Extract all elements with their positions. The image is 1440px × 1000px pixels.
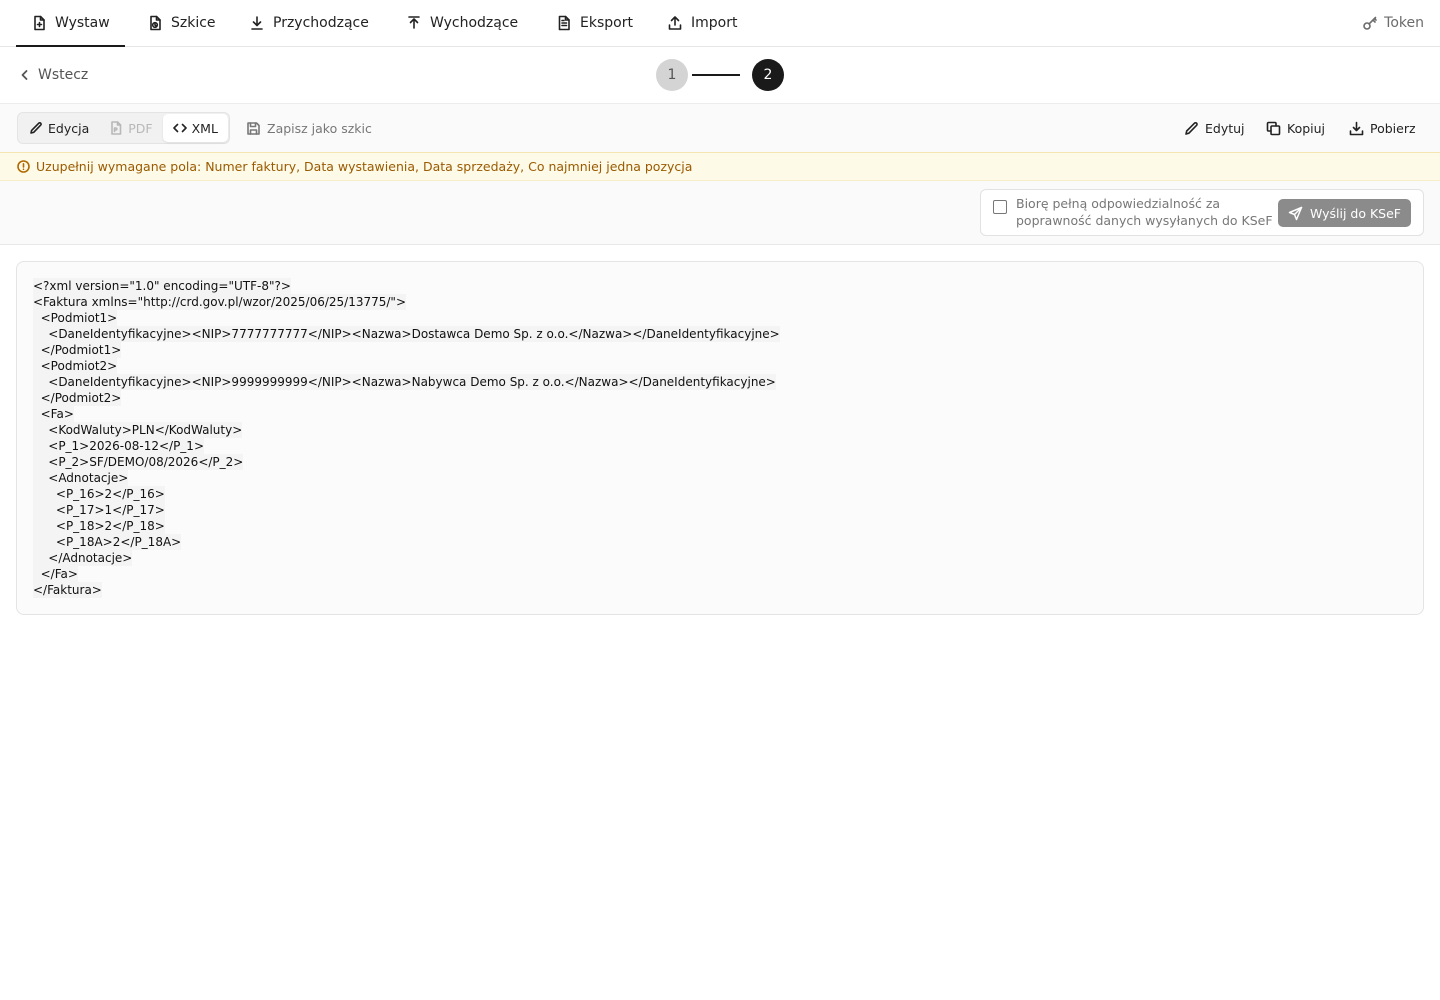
xml-line: <P_17>1</P_17> — [33, 502, 165, 518]
nav-tab-label: Eksport — [580, 15, 633, 31]
save-icon — [247, 121, 260, 135]
key-icon — [1363, 16, 1377, 30]
download-button[interactable]: Pobierz — [1349, 112, 1416, 144]
send-to-ksef-button[interactable]: Wyślij do KSeF — [1277, 199, 1411, 227]
xml-line: <P_16>2</P_16> — [33, 486, 165, 502]
xml-preview[interactable]: <?xml version="1.0" encoding="UTF-8"?> <… — [16, 261, 1424, 615]
download-icon — [1349, 121, 1364, 135]
pencil-icon — [1185, 121, 1198, 135]
view-mode-label: Edycja — [48, 120, 90, 136]
warning-text: Uzupełnij wymagane pola: Numer faktury, … — [36, 159, 693, 174]
save-draft-button[interactable]: Zapisz jako szkic — [246, 112, 372, 144]
toolbar: Edycja PDF XML Zapisz jako szkic Edytuj … — [0, 104, 1440, 152]
pdf-file-icon — [111, 121, 122, 135]
chevron-left-icon — [21, 70, 28, 80]
xml-line: <DaneIdentyfikacyjne><NIP>7777777777</NI… — [33, 326, 780, 342]
stepper-bar: Wstecz 1 2 — [0, 47, 1440, 104]
nav-tab-label: Przychodzące — [273, 15, 369, 31]
xml-line: <P_1>2026-08-12</P_1> — [33, 438, 204, 454]
copy-icon — [1266, 121, 1281, 135]
xml-line: <Adnotacje> — [33, 470, 129, 486]
send-icon — [1288, 206, 1303, 220]
xml-line: <KodWaluty>PLN</KodWaluty> — [33, 422, 243, 438]
nav-tab-eksport[interactable]: Eksport — [541, 0, 648, 46]
nav-tab-przychodzace[interactable]: Przychodzące — [234, 0, 384, 46]
file-text-icon — [558, 15, 570, 31]
nav-tab-szkice[interactable]: Szkice — [132, 0, 231, 46]
step-2[interactable]: 2 — [752, 59, 784, 91]
file-plus-icon — [34, 15, 45, 31]
code-icon — [172, 123, 187, 133]
nav-tab-label: Wychodzące — [430, 15, 519, 31]
download-icon — [251, 16, 263, 30]
xml-line: <P_18>2</P_18> — [33, 518, 165, 534]
back-label: Wstecz — [38, 67, 89, 83]
nav-tab-label: Wystaw — [55, 15, 110, 31]
xml-line: <Podmiot2> — [33, 358, 118, 374]
upload-icon — [408, 16, 420, 29]
view-mode-label: PDF — [128, 120, 153, 136]
xml-line: </Podmiot2> — [33, 390, 122, 406]
import-icon — [668, 16, 682, 30]
xml-line: <P_2>SF/DEMO/08/2026</P_2> — [33, 454, 244, 470]
token-label: Token — [1384, 15, 1424, 31]
nav-tab-label: Szkice — [171, 15, 216, 31]
xml-line: </Faktura> — [33, 582, 102, 598]
xml-line: <DaneIdentyfikacyjne><NIP>9999999999</NI… — [33, 374, 776, 390]
validation-warning: Uzupełnij wymagane pola: Numer faktury, … — [0, 152, 1440, 181]
send-panel: Biorę pełną odpowiedzialność za poprawno… — [980, 189, 1424, 236]
pencil-icon — [30, 122, 42, 134]
nav-tab-wystaw[interactable]: Wystaw — [16, 0, 125, 47]
token-button[interactable]: Token — [1362, 0, 1424, 46]
nav-tab-label: Import — [691, 15, 738, 31]
xml-line: </Podmiot1> — [33, 342, 122, 358]
step-1[interactable]: 1 — [656, 59, 688, 91]
copy-label: Kopiuj — [1287, 120, 1326, 136]
download-label: Pobierz — [1370, 120, 1416, 136]
nav-tab-import[interactable]: Import — [652, 0, 752, 46]
xml-line: <P_18A>2</P_18A> — [33, 534, 182, 550]
edit-button[interactable]: Edytuj — [1184, 112, 1245, 144]
view-mode-switcher: Edycja PDF XML — [17, 112, 230, 144]
xml-line: <?xml version="1.0" encoding="UTF-8"?> — [33, 278, 291, 294]
copy-button[interactable]: Kopiuj — [1266, 112, 1325, 144]
save-draft-label: Zapisz jako szkic — [267, 120, 372, 136]
xml-line: </Fa> — [33, 566, 78, 582]
edit-label: Edytuj — [1205, 120, 1245, 136]
xml-line: <Faktura xmlns="http://crd.gov.pl/wzor/2… — [33, 294, 407, 310]
draft-file-icon — [150, 15, 161, 31]
alert-circle-icon — [17, 160, 30, 173]
xml-line: </Adnotacje> — [33, 550, 133, 566]
send-bar: Biorę pełną odpowiedzialność za poprawno… — [0, 181, 1440, 245]
responsibility-text: Biorę pełną odpowiedzialność za poprawno… — [1016, 196, 1273, 228]
back-button[interactable]: Wstecz — [18, 47, 88, 103]
xml-line: <Fa> — [33, 406, 74, 422]
view-mode-xml[interactable]: XML — [162, 114, 228, 142]
view-mode-label: XML — [191, 120, 218, 136]
top-navigation: Wystaw Szkice Przychodzące Wychodzące Ek… — [0, 0, 1440, 47]
view-mode-pdf[interactable]: PDF — [99, 114, 162, 142]
view-mode-edycja[interactable]: Edycja — [19, 114, 99, 142]
responsibility-checkbox[interactable] — [993, 200, 1007, 214]
xml-line: <Podmiot1> — [33, 310, 118, 326]
step-connector — [692, 74, 740, 76]
send-label: Wyślij do KSeF — [1309, 205, 1401, 221]
nav-tab-wychodzace[interactable]: Wychodzące — [391, 0, 533, 46]
